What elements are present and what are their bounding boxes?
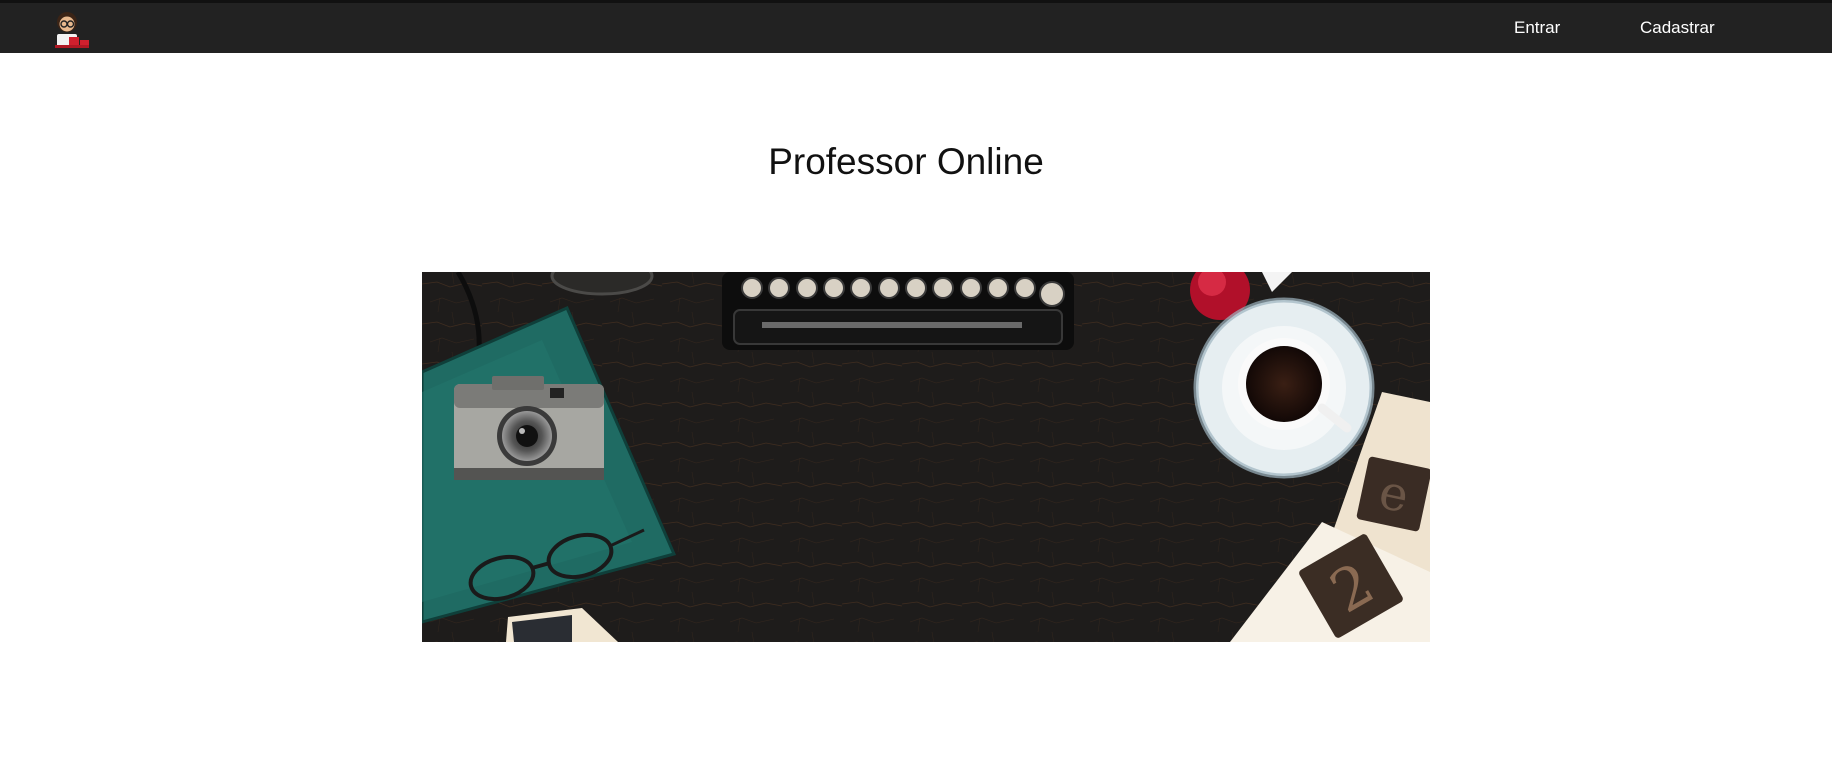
top-navbar: Entrar Cadastrar	[0, 0, 1832, 53]
nav-register-link[interactable]: Cadastrar	[1640, 3, 1715, 53]
page-title: Professor Online	[768, 141, 1044, 182]
nav-login-link[interactable]: Entrar	[1514, 3, 1560, 53]
hero-image: e 2	[422, 272, 1430, 642]
teacher-avatar-icon[interactable]	[50, 9, 90, 49]
